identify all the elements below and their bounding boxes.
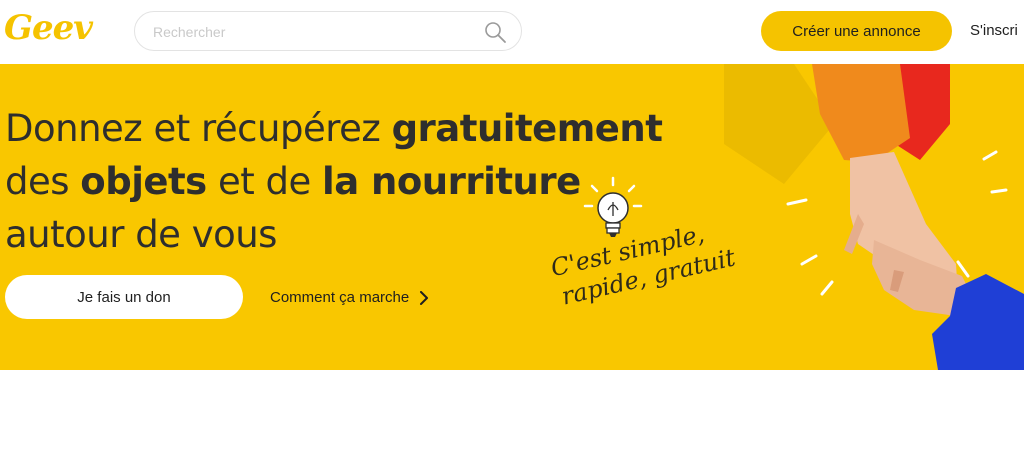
page-body-empty <box>0 370 1024 455</box>
headline-text: des <box>5 160 81 203</box>
headline-text: et de <box>206 160 323 203</box>
search-bar[interactable] <box>134 11 522 51</box>
top-bar: Geev Créer une annonce S'inscri <box>0 0 1024 64</box>
headline-text: Donnez et récupérez <box>5 107 392 150</box>
how-it-works-link[interactable]: Comment ça marche <box>270 289 429 306</box>
headline-line-2: des objets et de la nourriture <box>5 155 662 208</box>
headline-emphasis: la nourriture <box>322 160 581 203</box>
donate-button[interactable]: Je fais un don <box>5 275 243 319</box>
geev-logo[interactable]: Geev <box>4 8 93 48</box>
hero-banner: Donnez et récupérez gratuitement des obj… <box>0 64 1024 370</box>
create-listing-button[interactable]: Créer une annonce <box>761 11 952 51</box>
headline-text: autour de vous <box>5 213 277 256</box>
chevron-right-icon <box>420 290 429 305</box>
signup-link[interactable]: S'inscri <box>970 22 1018 39</box>
search-icon[interactable] <box>483 20 507 44</box>
headline-emphasis: gratuitement <box>391 107 663 150</box>
search-input[interactable] <box>153 22 473 42</box>
hands-illustration <box>724 64 1024 370</box>
headline-emphasis: objets <box>80 160 207 203</box>
how-it-works-label: Comment ça marche <box>270 289 410 306</box>
hero-headline: Donnez et récupérez gratuitement des obj… <box>5 102 663 261</box>
headline-line-1: Donnez et récupérez gratuitement <box>5 102 663 155</box>
